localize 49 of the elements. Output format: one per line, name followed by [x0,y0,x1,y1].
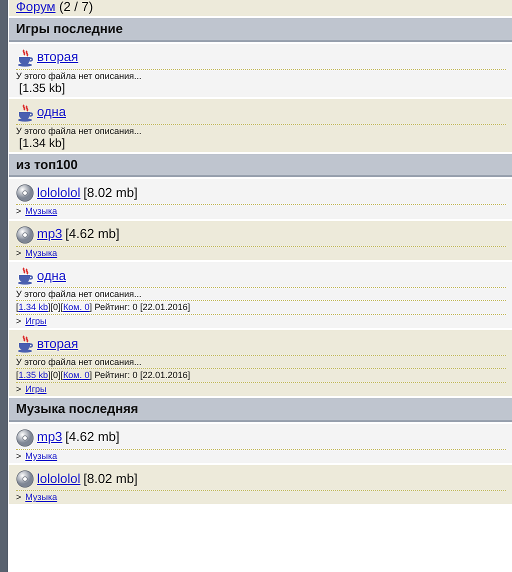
coffee-cup-icon [16,267,34,286]
info-link[interactable]: 1.34 kb [18,302,48,312]
category-link[interactable]: Музыка [25,248,58,258]
section-header: из топ100 [9,154,512,178]
breadcrumb-arrow: > [16,206,22,217]
file-size: [4.62 mb] [65,430,120,446]
file-size: [8.02 mb] [83,472,138,487]
file-info: [1.35 kb][0][Ком. 0] Рейтинг: 0 [22.01.2016] [16,368,506,382]
forum-link[interactable]: Форум [16,0,56,14]
file-link[interactable]: mp3 [37,430,62,446]
info-link[interactable]: 1.35 kb [18,370,48,380]
breadcrumb-arrow: > [16,450,22,462]
file-description: У этого файла нет описания... [16,287,506,300]
breadcrumb-arrow: > [16,316,22,326]
file-link[interactable]: lolololol [37,472,80,487]
disc-icon [16,428,34,447]
category-link[interactable]: Музыка [25,492,58,502]
file-size: [4.62 mb] [65,227,120,242]
section-header: Игры последние [9,18,512,42]
breadcrumb-arrow: > [16,384,22,394]
category-link[interactable]: Музыка [25,450,58,462]
file-link[interactable]: вторая [37,50,78,65]
coffee-cup-icon [16,335,34,354]
section-header: Музыка последняя [9,398,512,422]
file-description: У этого файла нет описания... [16,355,506,368]
coffee-cup-icon [16,48,34,67]
file-link[interactable]: одна [37,268,66,284]
file-description: У этого файла нет описания... [16,124,506,138]
category-link[interactable]: Игры [25,316,46,326]
info-link[interactable]: Ком. 0 [63,370,90,380]
disc-icon [16,226,34,244]
info-link[interactable]: Ком. 0 [63,302,90,312]
breadcrumb-arrow: > [16,492,22,502]
file-link[interactable]: одна [37,105,66,120]
file-description: У этого файла нет описания... [16,68,506,82]
coffee-cup-icon [16,104,34,122]
disc-icon [16,184,34,202]
breadcrumb-arrow: > [16,248,22,258]
file-link[interactable]: вторая [37,336,78,352]
file-info: [1.34 kb][0][Ком. 0] Рейтинг: 0 [22.01.2016] [16,300,506,314]
file-link[interactable]: lolololol [37,186,80,201]
disc-icon [16,470,34,488]
file-size: [1.35 kb] [18,82,66,96]
post-count: (2 / 7) [59,0,94,14]
file-size: [8.02 mb] [83,186,138,201]
category-link[interactable]: Музыка [25,206,58,217]
file-size: [1.34 kb] [18,137,66,151]
file-link[interactable]: mp3 [37,227,62,242]
category-link[interactable]: Игры [25,384,46,394]
